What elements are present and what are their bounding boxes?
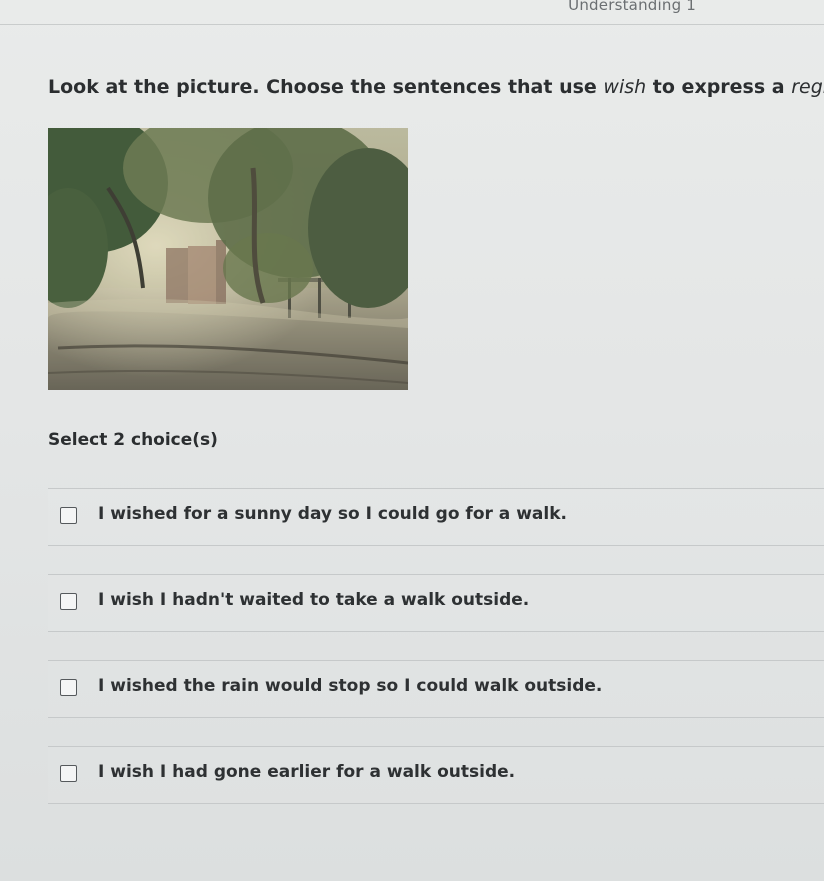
prompt-text-start: Look at the picture. Choose the sentence… [48, 76, 604, 98]
prompt-text-middle: to express a [646, 76, 792, 98]
choice-label: I wish I had gone earlier for a walk out… [98, 762, 516, 782]
prompt-word-regret: regret [791, 76, 824, 98]
choice-option-2[interactable]: I wish I hadn't waited to take a walk ou… [48, 574, 824, 632]
choice-label: I wish I hadn't waited to take a walk ou… [98, 590, 530, 610]
choice-option-3[interactable]: I wished the rain would stop so I could … [48, 660, 824, 718]
choice-label: I wished the rain would stop so I could … [98, 676, 603, 696]
checkbox-icon[interactable] [60, 765, 77, 782]
question-prompt: Look at the picture. Choose the sentence… [48, 76, 824, 98]
choice-option-1[interactable]: I wished for a sunny day so I could go f… [48, 488, 824, 546]
checkbox-icon[interactable] [60, 507, 77, 524]
choice-option-4[interactable]: I wish I had gone earlier for a walk out… [48, 746, 824, 804]
select-count-label: Select 2 choice(s) [48, 430, 218, 450]
question-page: Understanding 1 Look at the picture. Cho… [0, 0, 824, 881]
checkbox-icon[interactable] [60, 593, 77, 610]
rainy-street-picture [48, 128, 408, 390]
choice-label: I wished for a sunny day so I could go f… [98, 504, 567, 524]
header-divider [0, 24, 824, 25]
section-title: Understanding 1 [568, 0, 696, 14]
prompt-word-wish: wish [603, 76, 647, 98]
checkbox-icon[interactable] [60, 679, 77, 696]
